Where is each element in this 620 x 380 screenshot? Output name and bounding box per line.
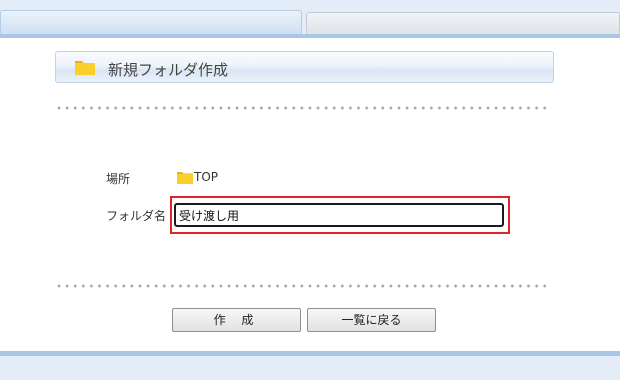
- page-title-bar: 新規フォルダ作成: [55, 51, 554, 83]
- folder-icon: [74, 58, 96, 76]
- tab-strip: [0, 0, 620, 38]
- location-label: 場所: [106, 172, 131, 186]
- location-text: TOP: [194, 170, 219, 184]
- tab-strip-divider: [0, 34, 620, 38]
- create-button[interactable]: 作 成: [172, 308, 301, 332]
- tab-active[interactable]: [0, 10, 302, 34]
- back-to-list-button[interactable]: 一覧に戻る: [307, 308, 436, 332]
- location-value: TOP: [177, 169, 218, 185]
- tab-inactive[interactable]: [306, 12, 620, 34]
- page-title: 新規フォルダ作成: [108, 61, 229, 79]
- footer: [0, 356, 620, 380]
- divider-bottom: [55, 284, 551, 288]
- folder-name-label: フォルダ名: [106, 209, 167, 223]
- folder-name-input[interactable]: [174, 203, 504, 227]
- folder-icon: [177, 171, 193, 184]
- divider-top: [55, 106, 551, 110]
- page: 新規フォルダ作成 場所 TOP フォルダ名 作 成 一覧に戻る: [0, 0, 620, 380]
